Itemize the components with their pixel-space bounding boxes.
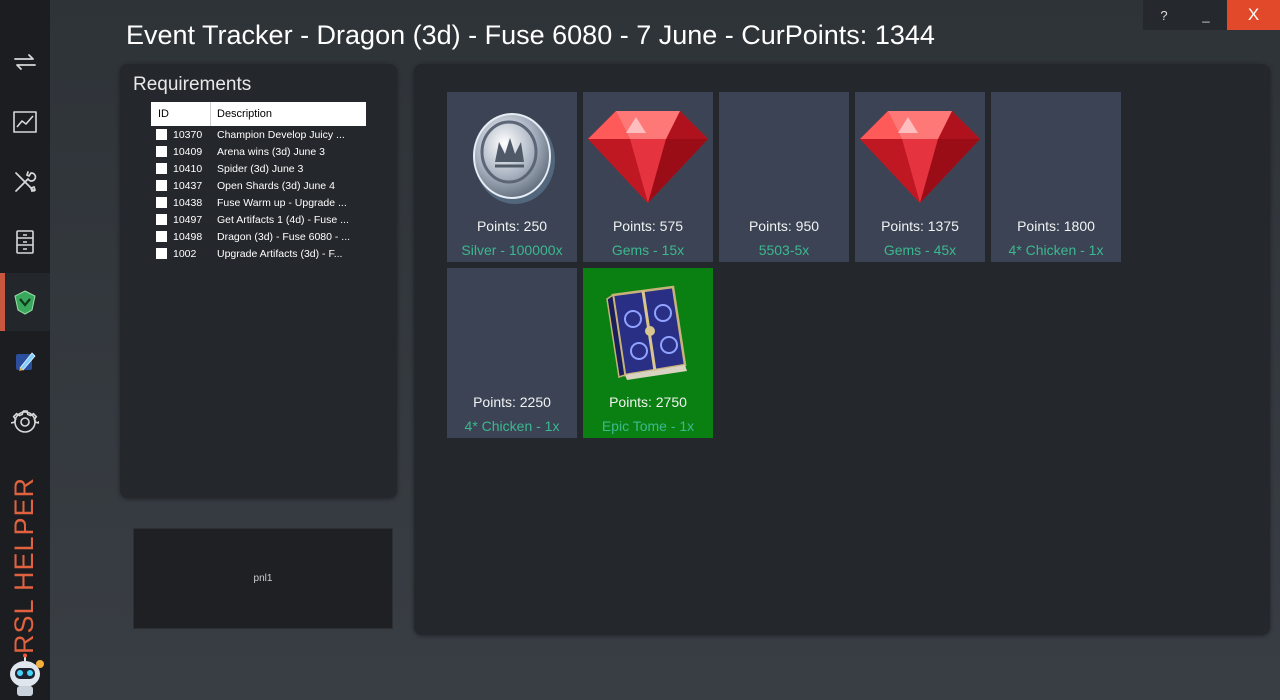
table-row[interactable]: 10498 Dragon (3d) - Fuse 6080 - ... (151, 228, 366, 245)
row-description: Spider (3d) June 3 (217, 162, 304, 175)
row-checkbox[interactable] (156, 231, 167, 242)
window-controls: ? _ X (1143, 0, 1280, 30)
tools-icon (15, 171, 37, 193)
table-row[interactable]: 10438 Fuse Warm up - Upgrade ... (151, 194, 366, 211)
nav-events[interactable] (0, 273, 50, 331)
gem-icon (588, 111, 708, 203)
row-checkbox[interactable] (156, 197, 167, 208)
row-checkbox[interactable] (156, 163, 167, 174)
reward-points: Points: 1375 (881, 218, 959, 234)
requirements-table: ID Description 10370 Champion Develop Ju… (151, 102, 366, 262)
row-id: 10437 (173, 179, 203, 192)
row-description: Champion Develop Juicy ... (217, 128, 345, 141)
robot-logo (0, 650, 50, 700)
silver-coin-icon (473, 113, 555, 204)
table-row[interactable]: 1002 Upgrade Artifacts (3d) - F... (151, 245, 366, 262)
reward-name: Gems - 15x (611, 242, 685, 258)
reward-image (583, 272, 713, 390)
row-description: Get Artifacts 1 (4d) - Fuse ... (217, 213, 349, 226)
table-row[interactable]: 10409 Arena wins (3d) June 3 (151, 143, 366, 160)
row-checkbox[interactable] (156, 248, 167, 259)
reward-points: Points: 250 (476, 218, 548, 234)
nav-chart[interactable] (0, 97, 50, 147)
robot-icon (10, 653, 44, 696)
column-header-id[interactable]: ID (151, 102, 211, 126)
reward-name: 4* Chicken - 1x (464, 418, 560, 434)
reward-name: 5503-5x (758, 242, 810, 258)
table-row[interactable]: 10410 Spider (3d) June 3 (151, 160, 366, 177)
pnl1-panel: pnl1 (133, 528, 393, 629)
nav-archive[interactable] (0, 217, 50, 267)
reward-image (583, 96, 713, 214)
reward-tile[interactable]: Points: 575 Gems - 15x (583, 92, 713, 262)
reward-tile[interactable]: Points: 1800 4* Chicken - 1x (991, 92, 1121, 262)
reward-image (855, 96, 985, 214)
close-button[interactable]: X (1227, 0, 1280, 30)
gem-pen-icon (16, 352, 36, 371)
reward-tile-completed[interactable]: Points: 2750 Epic Tome - 1x (583, 268, 713, 438)
table-header: ID Description (151, 102, 366, 126)
row-description: Open Shards (3d) June 4 (217, 179, 335, 192)
sidebar: RSL HELPER (0, 0, 50, 700)
nav-tools[interactable] (0, 157, 50, 207)
epic-tome-icon (606, 285, 687, 380)
pnl1-label: pnl1 (253, 573, 273, 584)
requirements-title: Requirements (133, 74, 252, 95)
shield-icon (14, 290, 36, 315)
row-checkbox[interactable] (156, 180, 167, 191)
row-id: 10409 (173, 145, 203, 158)
row-id: 10370 (173, 128, 203, 141)
reward-name: Silver - 100000x (461, 242, 563, 258)
reward-name: 4* Chicken - 1x (1008, 242, 1104, 258)
nav-settings[interactable] (0, 397, 50, 447)
chart-icon (13, 111, 37, 133)
archive-icon (16, 230, 34, 254)
row-description: Dragon (3d) - Fuse 6080 - ... (217, 230, 351, 243)
row-id: 1002 (173, 247, 197, 260)
gear-icon (11, 410, 39, 433)
page-title: Event Tracker - Dragon (3d) - Fuse 6080 … (126, 20, 935, 50)
row-checkbox[interactable] (156, 129, 167, 140)
reward-tile[interactable]: Points: 1375 Gems - 45x (855, 92, 985, 262)
reward-image (991, 96, 1121, 214)
row-description: Arena wins (3d) June 3 (217, 145, 325, 158)
reward-points: Points: 950 (748, 218, 820, 234)
requirements-panel: Requirements ID Description 10370 Champi… (120, 64, 397, 498)
reward-points: Points: 1800 (1017, 218, 1095, 234)
row-checkbox[interactable] (156, 214, 167, 225)
column-header-description[interactable]: Description (211, 102, 272, 126)
row-id: 10410 (173, 162, 203, 175)
reward-tile[interactable]: Points: 2250 4* Chicken - 1x (447, 268, 577, 438)
reward-points: Points: 2250 (473, 394, 551, 410)
row-id: 10498 (173, 230, 203, 243)
table-row[interactable]: 10437 Open Shards (3d) June 4 (151, 177, 366, 194)
help-button[interactable]: ? (1143, 0, 1185, 30)
reward-points: Points: 2750 (609, 394, 687, 410)
nav-sync[interactable] (0, 37, 50, 87)
row-description: Fuse Warm up - Upgrade ... (217, 196, 347, 209)
reward-name: Gems - 45x (883, 242, 957, 258)
sync-arrows-icon (14, 54, 36, 70)
rewards-panel: Points: 250 Silver - 100000x Points: 575… (414, 64, 1270, 635)
brand-text: RSL HELPER (9, 476, 40, 654)
nav-gem-tool[interactable] (0, 337, 50, 387)
reward-tile[interactable]: Points: 950 5503-5x (719, 92, 849, 262)
reward-image (447, 272, 577, 390)
gem-icon (860, 111, 980, 203)
brand-label: RSL HELPER (0, 476, 50, 653)
table-row[interactable]: 10497 Get Artifacts 1 (4d) - Fuse ... (151, 211, 366, 228)
reward-points: Points: 575 (612, 218, 684, 234)
row-id: 10438 (173, 196, 203, 209)
reward-image (447, 96, 577, 214)
row-checkbox[interactable] (156, 146, 167, 157)
table-row[interactable]: 10370 Champion Develop Juicy ... (151, 126, 366, 143)
reward-image (719, 96, 849, 214)
row-description: Upgrade Artifacts (3d) - F... (217, 247, 343, 260)
reward-tile[interactable]: Points: 250 Silver - 100000x (447, 92, 577, 262)
minimize-button[interactable]: _ (1185, 0, 1227, 30)
reward-name: Epic Tome - 1x (601, 418, 695, 434)
row-id: 10497 (173, 213, 203, 226)
